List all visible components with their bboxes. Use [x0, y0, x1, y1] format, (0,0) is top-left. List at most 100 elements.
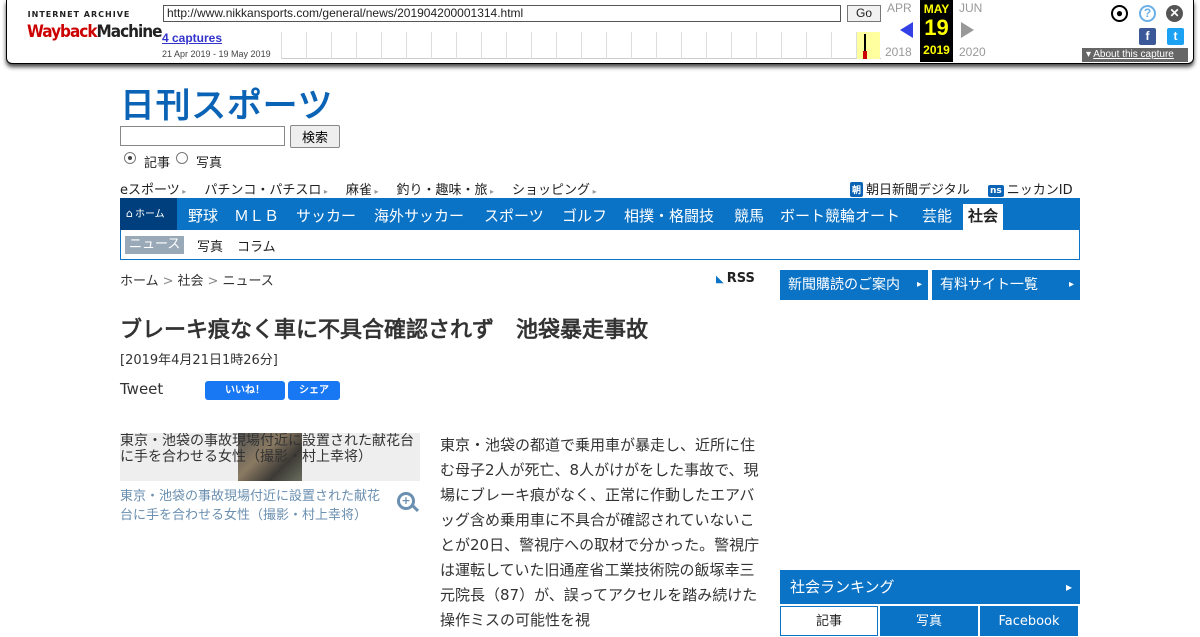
ranking-tab-photos[interactable]: 写真 [880, 606, 978, 636]
nav-item[interactable]: スポーツ [484, 198, 544, 230]
subscribe-button[interactable]: 新聞購読のご案内 [780, 270, 928, 300]
cur-year: 2019 [923, 43, 950, 57]
zoom-icon[interactable]: + [397, 492, 415, 510]
ranking-tab-facebook[interactable]: Facebook [980, 606, 1078, 636]
sparkline-tick [506, 32, 507, 59]
subnav-item[interactable]: 写真 [197, 236, 223, 255]
sparkline-tick [556, 32, 557, 59]
wayback-logo[interactable]: INTERNET ARCHIVE WaybackMachine [27, 10, 163, 50]
radio-photo-label: 写真 [196, 156, 223, 171]
logo-way: Wayback [27, 22, 98, 42]
top-link[interactable]: 釣り・趣味・旅 [396, 183, 494, 198]
sparkline-tick [581, 32, 582, 59]
sparkline-tick [856, 32, 857, 59]
nav-item-current[interactable]: 社会 [963, 204, 1004, 230]
nav-item[interactable]: 競馬 [734, 198, 764, 230]
search-button[interactable]: 検索 [290, 125, 340, 148]
url-input[interactable]: http://www.nikkansports.com/general/news… [163, 5, 841, 22]
ranking-header[interactable]: 社会ランキング [780, 570, 1080, 604]
nav-item[interactable]: ボート競輪オート [780, 198, 900, 230]
radio-article[interactable] [124, 152, 136, 164]
sparkline-tick [481, 32, 482, 59]
sparkline-tick [306, 32, 307, 59]
sparkline-tick [281, 32, 282, 59]
close-icon[interactable]: ✕ [1166, 5, 1183, 22]
sparkline-tick [831, 32, 832, 59]
sparkline-tick [631, 32, 632, 59]
top-link[interactable]: パチンコ・パチスロ [204, 183, 328, 198]
sparkline-tick [731, 32, 732, 59]
breadcrumb-item[interactable]: 社会 [178, 274, 204, 289]
paid-sites-button[interactable]: 有料サイト一覧 [932, 270, 1080, 300]
nikkan-badge-icon: ns [988, 185, 1004, 197]
capture-sparkline[interactable] [281, 32, 881, 59]
next-capture-arrow-icon[interactable] [961, 22, 974, 38]
nav-item[interactable]: ＭＬＢ [234, 198, 279, 230]
nav-home[interactable]: ホーム [120, 198, 177, 230]
user-icon[interactable]: ● [1111, 5, 1128, 22]
nav-item[interactable]: 野球 [188, 198, 218, 230]
prev-capture-arrow-icon[interactable] [900, 22, 913, 38]
sparkline-tick [431, 32, 432, 59]
rss-link[interactable]: RSS [716, 271, 755, 286]
breadcrumb-sep: > [207, 274, 219, 289]
about-capture-button[interactable]: ▾ About this capture [1082, 48, 1188, 62]
radio-article-label: 記事 [144, 156, 171, 171]
sparkline-tick [781, 32, 782, 59]
next-month[interactable]: JUN [959, 1, 982, 15]
breadcrumb-sep: > [162, 274, 174, 289]
sparkline-tick [606, 32, 607, 59]
fb-share-button[interactable]: シェア [288, 381, 340, 400]
photo-caption: 東京・池袋の事故現場付近に設置された献花台に手を合わせる女性（撮影・村上幸将） [120, 489, 381, 523]
article-title: ブレーキ痕なく車に不具合確認されず 池袋暴走事故 [120, 318, 649, 343]
facebook-icon[interactable]: f [1139, 28, 1156, 45]
top-link[interactable]: 麻雀 [346, 183, 379, 198]
about-capture-label: About this capture [1093, 49, 1174, 60]
sparkline-tick [531, 32, 532, 59]
prev-month[interactable]: APR [887, 1, 912, 15]
capture-range: 21 Apr 2019 - 19 May 2019 [162, 49, 271, 59]
article-photo[interactable]: 東京・池袋の事故現場付近に設置された献花台に手を合わせる女性（撮影・村上幸将） [120, 433, 420, 481]
twitter-icon[interactable]: t [1167, 28, 1184, 45]
top-link[interactable]: ショッピング [512, 183, 597, 198]
sparkline-tick [456, 32, 457, 59]
breadcrumb-item[interactable]: ホーム [120, 274, 159, 289]
article-date: [2019年4月21日1時26分] [120, 353, 278, 368]
logo-wordmark: WaybackMachine [27, 22, 163, 42]
sparkline-tick [331, 32, 332, 59]
sparkline-tick [756, 32, 757, 59]
nav-item[interactable]: 相撲・格闘技 [624, 198, 714, 230]
nav-item[interactable]: 海外サッカー [374, 198, 464, 230]
next-year[interactable]: 2020 [959, 45, 986, 59]
nav-item[interactable]: 芸能 [922, 198, 952, 230]
fb-like-button[interactable]: いいね！ [205, 381, 285, 400]
prev-year[interactable]: 2018 [885, 45, 912, 59]
sparkline-highlight [856, 32, 880, 59]
asahi-link[interactable]: 朝朝日新聞デジタル [850, 179, 970, 198]
nikkan-id-link[interactable]: ns ニッカンID [988, 179, 1073, 198]
captures-link[interactable]: 4 captures [162, 31, 222, 45]
subnav-item[interactable]: コラム [237, 236, 276, 255]
tweet-link[interactable]: Tweet [120, 380, 163, 398]
go-button[interactable]: Go [847, 5, 881, 22]
ranking-tab-articles[interactable]: 記事 [780, 606, 878, 636]
help-icon[interactable]: ? [1139, 5, 1156, 22]
subnav-item-current[interactable]: ニュース [125, 236, 185, 254]
wayback-toolbar: INTERNET ARCHIVE WaybackMachine http://w… [6, 0, 1194, 64]
nav-item[interactable]: ゴルフ [562, 198, 607, 230]
asahi-link-label: 朝日新聞デジタル [866, 183, 970, 198]
nav-item[interactable]: サッカー [296, 198, 356, 230]
sparkline-tick [806, 32, 807, 59]
search-input[interactable] [120, 126, 285, 146]
top-link[interactable]: eスポーツ [120, 183, 186, 198]
sparkline-tick [681, 32, 682, 59]
article-body: 東京・池袋の都道で乗用車が暴走し、近所に住む母子2人が死亡、8人がけがをした事故… [440, 436, 760, 629]
asahi-badge-icon: 朝 [850, 182, 864, 197]
nikkan-id-label: ニッカンID [1006, 183, 1073, 198]
current-capture-date: MAY 19 2019 [920, 0, 953, 62]
top-links: eスポーツ パチンコ・パチスロ 麻雀 釣り・趣味・旅 ショッピング [120, 179, 615, 198]
sparkline-tick [381, 32, 382, 59]
cur-month: MAY [923, 2, 950, 16]
site-logo[interactable]: 日刊スポーツ [120, 78, 334, 127]
radio-photo[interactable] [176, 152, 188, 164]
